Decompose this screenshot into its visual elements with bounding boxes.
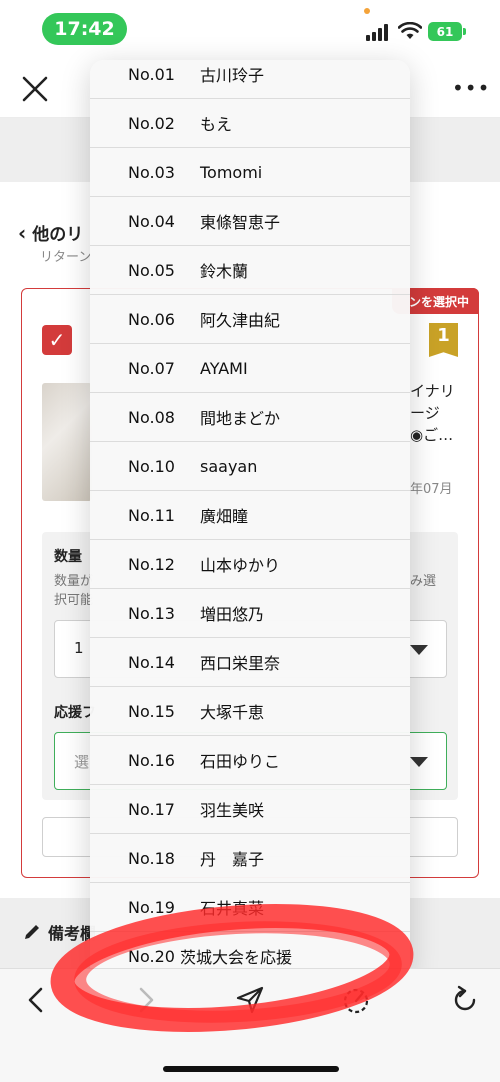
option-name: 山本ゆかり [200,556,281,575]
option-number: No.03 [128,162,175,182]
timer-icon[interactable] [341,985,371,1015]
option-name: Tomomi [200,162,263,182]
wifi-icon [398,22,422,39]
rank-badge: 1 [429,323,458,357]
option-name: 鈴木蘭 [200,262,249,281]
privacy-indicator-dot [364,8,370,14]
option-number: No.12 [128,554,175,574]
quantity-value: 1 [74,639,84,657]
chevron-down-icon [410,757,428,767]
status-time: 17:42 [42,13,127,45]
chevron-down-icon [410,645,428,655]
option-name: 古川玲子 [200,66,265,85]
option-number: No.10 [128,456,175,476]
option-name: 阿久津由紀 [200,311,281,330]
battery-icon: 61 [428,22,462,41]
product-text-line: ◉ご… [410,426,454,444]
picker-option[interactable]: No.06 阿久津由紀 [90,295,410,344]
option-name: 廣畑瞳 [200,507,249,526]
option-name: 石田ゆりこ [200,752,281,771]
product-description: イナリ ージ ◉ご… [410,380,455,446]
option-number: No.06 [128,309,175,329]
picker-option[interactable]: No.10 saayan [90,442,410,491]
option-number: No.19 [128,897,175,917]
picker-option[interactable]: No.14 西口栄里奈 [90,638,410,687]
picker-option[interactable]: No.04 東條智恵子 [90,197,410,246]
return-checkbox[interactable]: ✓ [42,325,72,355]
product-text-line: イナリ [410,382,455,400]
picker-option[interactable]: No.11 廣畑瞳 [90,491,410,540]
notes-heading: 備考欄 [22,920,96,944]
picker-option[interactable]: No.15 大塚千恵 [90,687,410,736]
picker-option[interactable]: No.19 石井真菜 [90,883,410,932]
picker-option[interactable]: No.17 羽生美咲 [90,785,410,834]
option-number: No.15 [128,701,175,721]
product-text-line: ージ [410,404,440,422]
option-name: 東條智恵子 [200,213,281,232]
option-number: No.18 [128,848,175,868]
option-name: AYAMI [200,358,248,378]
more-options-icon[interactable]: ••• [452,78,489,98]
battery-nub [463,28,466,35]
picker-option[interactable]: No.12 山本ゆかり [90,540,410,589]
option-name: 大塚千恵 [200,703,265,722]
option-number: No.16 [128,750,175,770]
option-number: No.13 [128,603,175,623]
pencil-icon [25,925,39,939]
product-thumbnail [42,383,92,501]
picker-option[interactable]: No.08 間地まどか [90,393,410,442]
back-link-label: 他のリ [32,225,84,245]
chevron-left-icon[interactable] [22,985,52,1015]
picker-option[interactable]: No.01 古川玲子 [90,60,410,99]
quantity-description-right: み選 [410,574,437,589]
picker-option[interactable]: No.18 丹 嘉子 [90,834,410,883]
option-number: No.04 [128,211,175,231]
option-number: No.11 [128,505,175,525]
support-placeholder: 選 [74,753,90,771]
option-name: もえ [200,115,233,134]
option-name: 間地まどか [200,409,281,428]
chevron-right-icon[interactable] [130,985,160,1015]
browser-toolbar [0,968,500,1082]
option-number: No.08 [128,407,175,427]
option-name: 西口栄里奈 [200,654,281,673]
option-number: No.05 [128,260,175,280]
send-icon[interactable] [235,985,265,1015]
option-name: 茨城大会を応援 [180,948,293,967]
return-sub-label: リターン [40,250,92,265]
refresh-icon[interactable] [450,985,480,1015]
notes-label: 備考欄 [48,924,97,943]
picker-option[interactable]: No.16 石田ゆりこ [90,736,410,785]
quantity-description: 数量が択可能 [54,574,94,608]
home-indicator [163,1066,339,1072]
cellular-signal-icon [366,24,392,41]
back-to-other-returns-link[interactable]: ‹ 他のリ [18,220,84,246]
option-number: No.17 [128,799,175,819]
product-date: 年07月 [410,482,453,497]
picker-option[interactable]: No.13 増田悠乃 [90,589,410,638]
option-number: No.07 [128,358,175,378]
supporter-picker-list[interactable]: No.01 古川玲子 No.02 もえ No.03 Tomomi No.04 東條智恵子 No.… [90,60,410,980]
option-name: 石井真菜 [200,899,265,918]
option-name: saayan [200,456,258,476]
quantity-title: 数量 [54,549,82,565]
option-name: 増田悠乃 [200,605,265,624]
picker-option[interactable]: No.05 鈴木蘭 [90,246,410,295]
status-bar: 17:42 61 [0,0,500,58]
option-name: 丹 嘉子 [200,850,265,869]
chevron-left-icon: ‹ [18,220,27,245]
option-number: No.14 [128,652,175,672]
picker-option[interactable]: No.07 AYAMI [90,344,410,393]
picker-option[interactable]: No.02 もえ [90,99,410,148]
option-number: No.02 [128,113,175,133]
picker-option[interactable]: No.03 Tomomi [90,148,410,197]
battery-level: 61 [436,24,454,39]
option-number: No.20 [128,946,175,966]
option-number: No.01 [128,64,175,84]
close-icon[interactable] [20,74,50,104]
option-name: 羽生美咲 [200,801,265,820]
